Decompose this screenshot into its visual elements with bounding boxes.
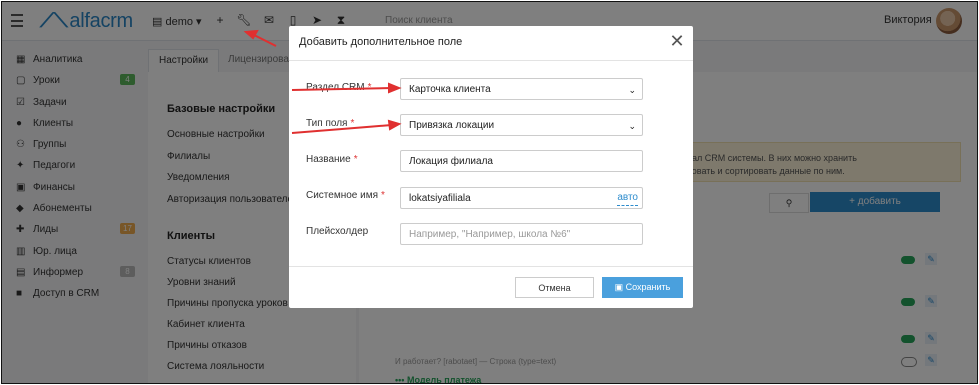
system-name-label: Системное имя * [306,190,385,201]
system-name-input[interactable]: lokatsiyafiliala авто [400,187,643,209]
divider [289,60,693,61]
cancel-button[interactable]: Отмена [515,277,594,298]
name-input[interactable]: Локация филиала [400,150,643,172]
auto-generate-link[interactable]: авто [617,191,638,206]
modal-title: Добавить дополнительное поле [299,36,463,48]
divider [289,266,693,267]
close-icon[interactable]: ✕ [669,31,685,52]
field-type-label: Тип поля * [306,118,355,129]
app-window: ⟋⟍alfacrm ▤ demo ▾ + 🔧︎ ✉︎ ▯ ➤ ⧗ Поиск к… [1,1,978,384]
placeholder-label: Плейсхолдер [306,226,369,237]
crm-section-label: Раздел CRM * [306,82,372,93]
placeholder-input[interactable]: Например, "Например, школа №6" [400,223,643,245]
save-button[interactable]: ▣ Сохранить [602,277,683,298]
floppy-icon: ▣ [614,282,624,292]
chevron-down-icon: ⌄ [628,121,636,131]
save-label: Сохранить [625,282,671,292]
crm-section-value: Карточка клиента [409,84,491,95]
field-type-value: Привязка локации [409,120,495,131]
chevron-down-icon: ⌄ [628,85,636,95]
name-label: Название * [306,154,358,165]
field-type-select[interactable]: Привязка локации ⌄ [400,114,643,136]
add-field-modal: Добавить дополнительное поле ✕ Раздел CR… [289,26,693,308]
system-name-value: lokatsiyafiliala [409,193,471,204]
crm-section-select[interactable]: Карточка клиента ⌄ [400,78,643,100]
